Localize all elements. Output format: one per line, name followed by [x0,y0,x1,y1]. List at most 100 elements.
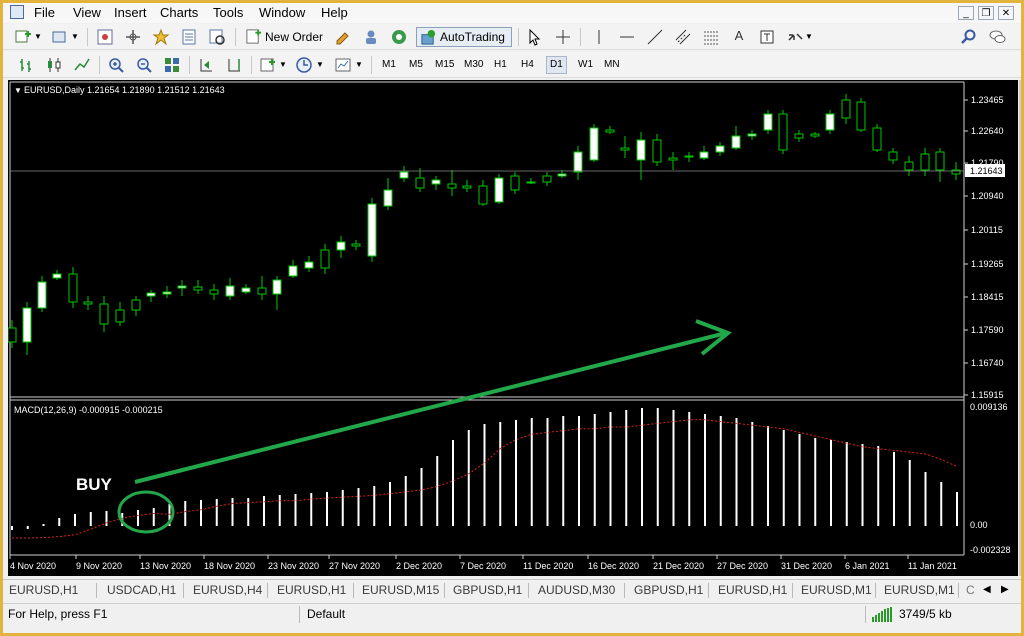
menu-insert[interactable]: Insert [114,5,147,20]
new-order-button[interactable]: New Order [243,27,327,47]
tab-chart[interactable]: GBPUSD,H1 [453,583,522,597]
chart-window[interactable]: 1.23465 1.22640 1.21790 1.20940 1.20115 1.192… [7,80,1018,576]
chart-menu-icon[interactable]: ▼ [14,86,22,95]
date-tick-label: 27 Dec 2020 [717,561,768,571]
timeframe-m15[interactable]: M15 [435,57,454,73]
date-tick-label: 13 Nov 2020 [140,561,191,571]
menu-help[interactable]: Help [321,5,348,20]
dropdown-arrow-icon[interactable]: ▼ [316,60,324,69]
cursor-icon[interactable] [525,28,543,46]
candle-body [526,181,536,184]
zoom-in-icon[interactable] [107,56,125,74]
timeframe-h1[interactable]: H1 [494,57,507,73]
text-label-icon[interactable] [758,28,776,46]
horizontal-line-icon[interactable] [618,28,636,46]
dropdown-arrow-icon[interactable]: ▼ [34,32,42,41]
navigator-icon[interactable] [152,28,170,46]
chart-shift-icon[interactable] [225,56,243,74]
tab-chart[interactable]: EURUSD,H1 [277,583,346,597]
date-tick-label: 31 Dec 2020 [781,561,832,571]
market-watch-icon[interactable] [96,28,114,46]
tab-chart[interactable]: EURUSD,H4 [193,583,262,597]
close-icon[interactable]: ✕ [998,6,1014,20]
candle-body [447,183,457,189]
macd-bar [704,414,706,526]
timeframe-d1[interactable]: D1 [546,56,567,74]
tab-right-icon[interactable]: ▶ [1001,584,1009,595]
line-chart-icon[interactable] [73,56,91,74]
price-chart[interactable]: 1.234651.226401.217901.209401.201151.192… [7,80,1018,576]
data-window-icon[interactable] [124,28,142,46]
restore-icon[interactable]: ❐ [978,6,994,20]
candle-body [778,113,788,151]
candle-body [7,327,17,343]
profiles-icon[interactable] [51,28,69,46]
timeframe-m5[interactable]: M5 [409,57,423,73]
macd-bar [814,438,817,526]
macd-bar [26,526,29,529]
macd-bar [767,426,769,526]
candlestick-chart-icon[interactable] [45,56,63,74]
candle-body [699,151,709,159]
price-tick-label: 1.18415 [971,292,1004,302]
indicators-icon[interactable] [259,56,277,74]
search-icon[interactable] [960,28,978,46]
tab-chart[interactable]: EURUSD,M15 [362,583,439,597]
candle-body [542,175,552,183]
tab-chart[interactable]: USDCAD,H1 [107,583,176,597]
timeframe-w1[interactable]: W1 [578,57,593,73]
dropdown-arrow-icon[interactable]: ▼ [355,60,363,69]
chat-icon[interactable] [988,28,1006,46]
tab-chart[interactable]: GBPUSD,H1 [634,583,703,597]
menu-view[interactable]: View [73,5,101,20]
timeframe-m30[interactable]: M30 [464,57,483,73]
macd-bar [452,440,454,526]
tab-chart[interactable]: EURUSD,H1 [9,583,78,597]
vertical-line-icon[interactable] [590,28,608,46]
auto-scroll-icon[interactable] [197,56,215,74]
arrows-icon[interactable] [786,28,804,46]
minimize-icon[interactable]: _ [958,6,974,20]
macd-bar [467,430,470,526]
macd-bar [751,422,754,526]
trendline-icon[interactable] [646,28,664,46]
tab-chart[interactable]: EURUSD,M1 [801,583,872,597]
zoom-out-icon[interactable] [135,56,153,74]
metaeditor-icon[interactable] [334,28,352,46]
text-icon[interactable]: A [730,28,748,46]
date-tick-label: 11 Jan 2021 [908,561,957,571]
candle-body [636,139,646,161]
new-chart-icon[interactable] [14,28,32,46]
dropdown-arrow-icon[interactable]: ▼ [279,60,287,69]
autotrading-button[interactable]: AutoTrading [416,27,512,47]
date-tick-label: 7 Dec 2020 [460,561,506,571]
crosshair-icon[interactable] [554,28,572,46]
chart-tabs: EURUSD,H1 USDCAD,H1 EURUSD,H4 EURUSD,H1 … [3,579,1021,602]
timeframe-h4[interactable]: H4 [521,57,534,73]
terminal-icon[interactable] [180,28,198,46]
timeframe-m1[interactable]: M1 [382,57,396,73]
periods-icon[interactable] [295,56,313,74]
market-icon[interactable] [390,28,408,46]
timeframe-mn[interactable]: MN [604,57,620,73]
bottom-strip [3,625,1021,633]
tab-chart[interactable]: EURUSD,H1 [718,583,787,597]
menu-tools[interactable]: Tools [213,5,243,20]
tile-windows-icon[interactable] [163,56,181,74]
menu-file[interactable]: File [34,5,55,20]
bar-chart-icon[interactable] [17,56,35,74]
fibonacci-icon[interactable] [702,28,720,46]
equidistant-channel-icon[interactable] [674,28,692,46]
templates-icon[interactable] [334,56,352,74]
tab-chart[interactable]: AUDUSD,M30 [538,583,615,597]
menu-window[interactable]: Window [259,5,305,20]
menu-charts[interactable]: Charts [160,5,198,20]
signals-icon[interactable] [362,28,380,46]
tab-chart[interactable]: EURUSD,M1 [884,583,955,597]
macd-bar [105,511,108,526]
dropdown-arrow-icon[interactable]: ▼ [805,32,813,41]
autotrading-label: AutoTrading [440,30,505,44]
tab-left-icon[interactable]: ◀ [983,584,991,595]
dropdown-arrow-icon[interactable]: ▼ [71,32,79,41]
strategy-tester-icon[interactable] [208,28,226,46]
